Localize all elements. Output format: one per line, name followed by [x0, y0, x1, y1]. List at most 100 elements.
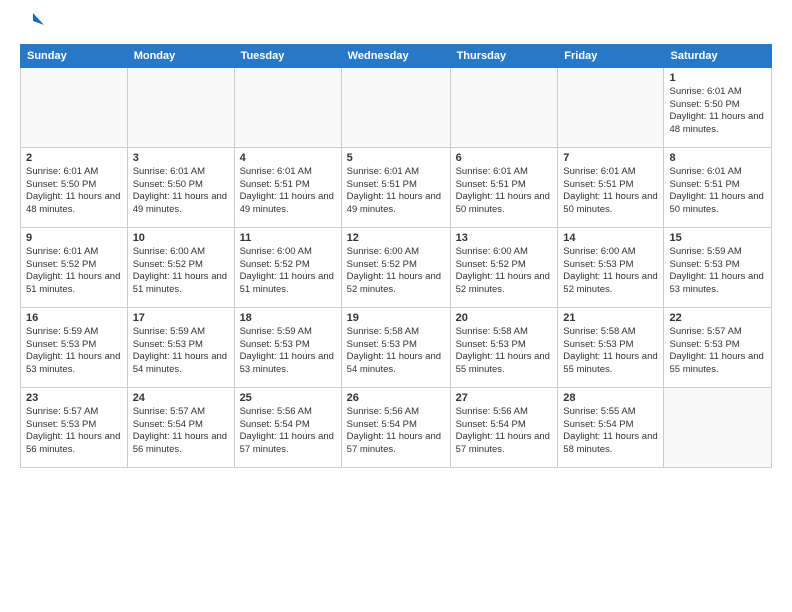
day-info: Sunrise: 5:58 AM Sunset: 5:53 PM Dayligh…	[563, 326, 658, 377]
day-info: Sunrise: 5:59 AM Sunset: 5:53 PM Dayligh…	[133, 326, 229, 377]
calendar-day-cell	[450, 67, 558, 147]
day-info: Sunrise: 5:58 AM Sunset: 5:53 PM Dayligh…	[456, 326, 553, 377]
calendar-day-cell: 6 Sunrise: 6:01 AM Sunset: 5:51 PM Daylig…	[450, 147, 558, 227]
day-number: 9	[26, 232, 122, 244]
day-info: Sunrise: 5:56 AM Sunset: 5:54 PM Dayligh…	[456, 406, 553, 457]
calendar-day-cell	[127, 67, 234, 147]
day-info: Sunrise: 5:58 AM Sunset: 5:53 PM Dayligh…	[347, 326, 445, 377]
calendar-day-cell: 28 Sunrise: 5:55 AM Sunset: 5:54 PM Dayli…	[558, 387, 664, 467]
day-info: Sunrise: 5:57 AM Sunset: 5:53 PM Dayligh…	[26, 406, 122, 457]
calendar-day-cell: 4 Sunrise: 6:01 AM Sunset: 5:51 PM Daylig…	[234, 147, 341, 227]
day-number: 1	[669, 72, 766, 84]
calendar-day-cell: 18Sunrise: 5:59 AM Sunset: 5:53 PM Dayli…	[234, 307, 341, 387]
day-number: 2	[26, 152, 122, 164]
calendar-day-cell: 2 Sunrise: 6:01 AM Sunset: 5:50 PM Daylig…	[21, 147, 128, 227]
day-number: 4	[240, 152, 336, 164]
day-number: 10	[133, 232, 229, 244]
day-number: 8	[669, 152, 766, 164]
logo-bird-icon	[22, 11, 44, 33]
calendar-day-cell: 5 Sunrise: 6:01 AM Sunset: 5:51 PM Daylig…	[341, 147, 450, 227]
day-number: 6	[456, 152, 553, 164]
calendar-day-cell	[341, 67, 450, 147]
day-info: Sunrise: 5:59 AM Sunset: 5:53 PM Dayligh…	[669, 246, 766, 297]
day-info: Sunrise: 6:01 AM Sunset: 5:51 PM Dayligh…	[456, 166, 553, 217]
day-number: 17	[133, 312, 229, 324]
calendar-day-cell: 10 Sunrise: 6:00 AM Sunset: 5:52 PM Dayli…	[127, 227, 234, 307]
calendar-day-cell: 19 Sunrise: 5:58 AM Sunset: 5:53 PM Dayli…	[341, 307, 450, 387]
day-number: 24	[133, 392, 229, 404]
day-info: Sunrise: 5:57 AM Sunset: 5:53 PM Dayligh…	[669, 326, 766, 377]
day-info: Sunrise: 6:01 AM Sunset: 5:50 PM Dayligh…	[133, 166, 229, 217]
day-info: Sunrise: 6:01 AM Sunset: 5:51 PM Dayligh…	[240, 166, 336, 217]
day-number: 5	[347, 152, 445, 164]
day-number: 26	[347, 392, 445, 404]
header	[20, 16, 772, 36]
calendar-day-cell: 23 Sunrise: 5:57 AM Sunset: 5:53 PM Dayli…	[21, 387, 128, 467]
calendar-day-cell: 27 Sunrise: 5:56 AM Sunset: 5:54 PM Dayli…	[450, 387, 558, 467]
calendar-day-cell	[558, 67, 664, 147]
day-info: Sunrise: 6:01 AM Sunset: 5:51 PM Dayligh…	[563, 166, 658, 217]
calendar-day-cell: 22 Sunrise: 5:57 AM Sunset: 5:53 PM Dayli…	[664, 307, 772, 387]
day-number: 16	[26, 312, 122, 324]
calendar-header-sunday: Sunday	[21, 44, 128, 67]
calendar-week-row: 2 Sunrise: 6:01 AM Sunset: 5:50 PM Daylig…	[21, 147, 772, 227]
calendar-day-cell: 26 Sunrise: 5:56 AM Sunset: 5:54 PM Dayli…	[341, 387, 450, 467]
day-number: 19	[347, 312, 445, 324]
day-number: 14	[563, 232, 658, 244]
calendar-day-cell: 11 Sunrise: 6:00 AM Sunset: 5:52 PM Dayli…	[234, 227, 341, 307]
calendar-header-friday: Friday	[558, 44, 664, 67]
page: SundayMondayTuesdayWednesdayThursdayFrid…	[0, 0, 792, 612]
calendar-day-cell: 24 Sunrise: 5:57 AM Sunset: 5:54 PM Dayli…	[127, 387, 234, 467]
calendar-week-row: 1 Sunrise: 6:01 AM Sunset: 5:50 PM Daylig…	[21, 67, 772, 147]
calendar-day-cell	[21, 67, 128, 147]
day-info: Sunrise: 6:00 AM Sunset: 5:52 PM Dayligh…	[133, 246, 229, 297]
day-info: Sunrise: 6:00 AM Sunset: 5:52 PM Dayligh…	[456, 246, 553, 297]
day-number: 3	[133, 152, 229, 164]
day-info: Sunrise: 5:56 AM Sunset: 5:54 PM Dayligh…	[240, 406, 336, 457]
day-number: 15	[669, 232, 766, 244]
calendar-day-cell: 8 Sunrise: 6:01 AM Sunset: 5:51 PM Daylig…	[664, 147, 772, 227]
day-info: Sunrise: 6:01 AM Sunset: 5:52 PM Dayligh…	[26, 246, 122, 297]
day-number: 11	[240, 232, 336, 244]
calendar-day-cell: 16Sunrise: 5:59 AM Sunset: 5:53 PM Dayli…	[21, 307, 128, 387]
calendar-day-cell	[664, 387, 772, 467]
calendar-header-tuesday: Tuesday	[234, 44, 341, 67]
day-info: Sunrise: 5:57 AM Sunset: 5:54 PM Dayligh…	[133, 406, 229, 457]
day-info: Sunrise: 6:01 AM Sunset: 5:50 PM Dayligh…	[26, 166, 122, 217]
day-info: Sunrise: 6:00 AM Sunset: 5:53 PM Dayligh…	[563, 246, 658, 297]
day-number: 13	[456, 232, 553, 244]
day-info: Sunrise: 6:01 AM Sunset: 5:51 PM Dayligh…	[669, 166, 766, 217]
calendar-day-cell: 3 Sunrise: 6:01 AM Sunset: 5:50 PM Daylig…	[127, 147, 234, 227]
day-number: 7	[563, 152, 658, 164]
calendar-day-cell: 9 Sunrise: 6:01 AM Sunset: 5:52 PM Daylig…	[21, 227, 128, 307]
calendar-header-row: SundayMondayTuesdayWednesdayThursdayFrid…	[21, 44, 772, 67]
calendar-table: SundayMondayTuesdayWednesdayThursdayFrid…	[20, 44, 772, 468]
calendar-day-cell: 15 Sunrise: 5:59 AM Sunset: 5:53 PM Dayli…	[664, 227, 772, 307]
calendar-day-cell	[234, 67, 341, 147]
day-number: 27	[456, 392, 553, 404]
calendar-week-row: 16 Sunrise: 5:59 AM Sunset: 5:53 PM Dayli…	[21, 307, 772, 387]
calendar-day-cell: 1 Sunrise: 6:01 AM Sunset: 5:50 PM Daylig…	[664, 67, 772, 147]
logo	[20, 16, 44, 36]
calendar-header-thursday: Thursday	[450, 44, 558, 67]
day-number: 22	[669, 312, 766, 324]
day-info: Sunrise: 6:00 AM Sunset: 5:52 PM Dayligh…	[240, 246, 336, 297]
day-info: Sunrise: 5:56 AM Sunset: 5:54 PM Dayligh…	[347, 406, 445, 457]
calendar-header-wednesday: Wednesday	[341, 44, 450, 67]
day-info: Sunrise: 5:55 AM Sunset: 5:54 PM Dayligh…	[563, 406, 658, 457]
day-number: 25	[240, 392, 336, 404]
calendar-day-cell: 13 Sunrise: 6:00 AM Sunset: 5:52 PM Dayli…	[450, 227, 558, 307]
day-number: 23	[26, 392, 122, 404]
calendar-week-row: 23 Sunrise: 5:57 AM Sunset: 5:53 PM Dayli…	[21, 387, 772, 467]
day-number: 20	[456, 312, 553, 324]
day-number: 18	[240, 312, 336, 324]
calendar-day-cell: 17 Sunrise: 5:59 AM Sunset: 5:53 PM Dayli…	[127, 307, 234, 387]
day-info: Sunrise: 6:01 AM Sunset: 5:50 PM Dayligh…	[669, 86, 766, 137]
day-info: Sunrise: 6:01 AM Sunset: 5:51 PM Dayligh…	[347, 166, 445, 217]
calendar-header-monday: Monday	[127, 44, 234, 67]
calendar-day-cell: 25 Sunrise: 5:56 AM Sunset: 5:54 PM Dayli…	[234, 387, 341, 467]
calendar-day-cell: 12Sunrise: 6:00 AM Sunset: 5:52 PM Dayli…	[341, 227, 450, 307]
calendar-day-cell: 21Sunrise: 5:58 AM Sunset: 5:53 PM Dayli…	[558, 307, 664, 387]
day-info: Sunrise: 6:00 AM Sunset: 5:52 PM Dayligh…	[347, 246, 445, 297]
day-number: 28	[563, 392, 658, 404]
